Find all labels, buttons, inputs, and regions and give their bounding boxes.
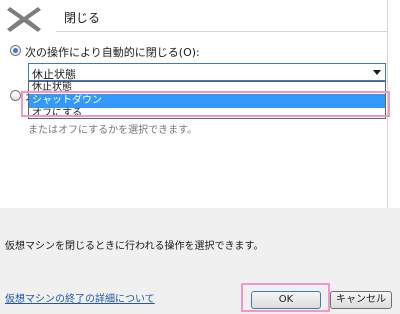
help-link[interactable]: 仮想マシンの終了の詳細について bbox=[5, 290, 155, 305]
annotation-highlight-list bbox=[21, 91, 390, 117]
radio-dot bbox=[13, 48, 18, 53]
auto-close-radio[interactable] bbox=[10, 45, 21, 56]
info-text: 仮想マシンを閉じるときに行われる操作を選択できます。 bbox=[5, 241, 264, 252]
close-icon bbox=[7, 7, 41, 32]
settings-panel: 閉じる 次の操作により自動的に閉じる(O): 休止状態 オ 休止状態 シャットダ… bbox=[0, 0, 400, 208]
page-title: 閉じる bbox=[64, 11, 101, 25]
cancel-button[interactable]: キャンセル bbox=[330, 291, 392, 309]
auto-close-action-select[interactable]: 休止状態 bbox=[28, 63, 386, 81]
ok-button[interactable]: OK bbox=[251, 291, 321, 309]
option-description: またはオフにするかを選択できます。 bbox=[28, 125, 198, 136]
select-value: 休止状態 bbox=[32, 68, 76, 81]
chevron-down-icon[interactable] bbox=[373, 70, 381, 75]
auto-close-label: 次の操作により自動的に閉じる(O): bbox=[25, 46, 200, 59]
other-option-radio[interactable] bbox=[10, 90, 21, 101]
title-divider bbox=[56, 31, 387, 32]
